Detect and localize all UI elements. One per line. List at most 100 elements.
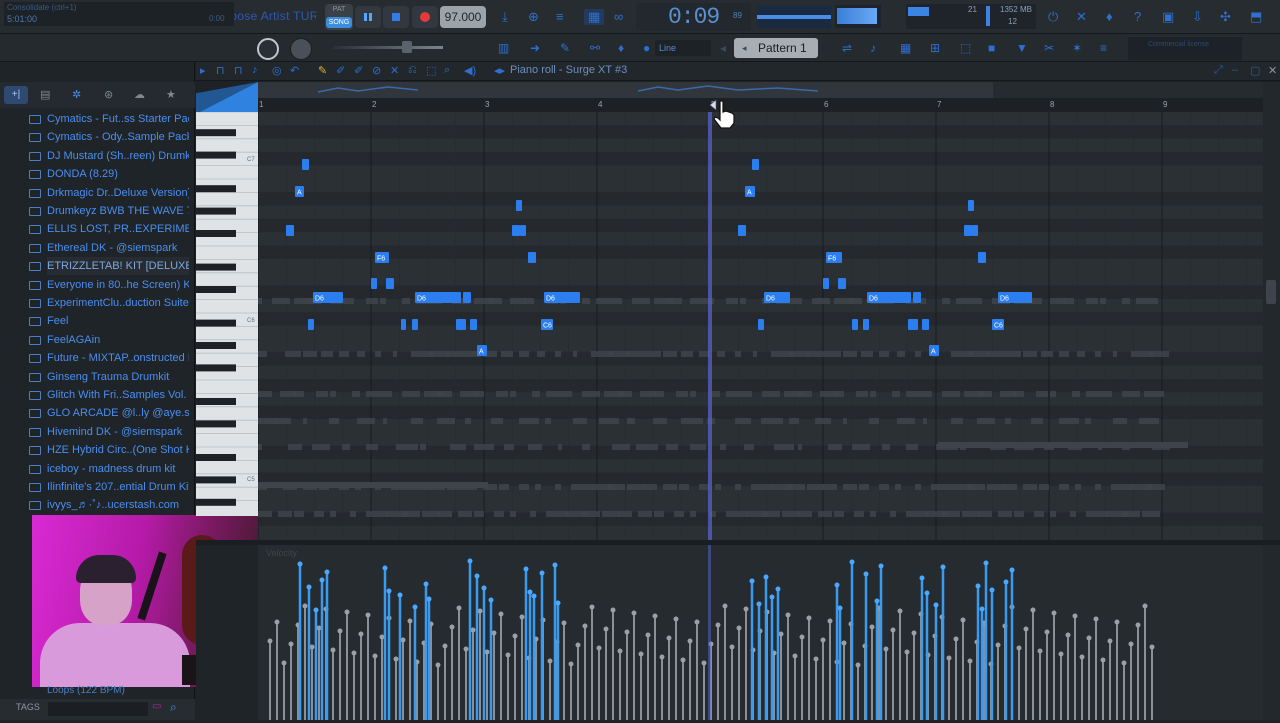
- velocity-scrollbar[interactable]: [1263, 545, 1280, 720]
- vertical-scrollbar[interactable]: [1263, 82, 1280, 540]
- browser-item[interactable]: Ilinfinite's 207..ential Drum Kit: [47, 478, 189, 496]
- browser-item[interactable]: Future - MIXTAP..onstructed Kit: [47, 349, 189, 367]
- pencil-icon[interactable]: ♪: [252, 64, 258, 76]
- plugin-icon[interactable]: ⬒: [1250, 9, 1262, 25]
- draw-icon[interactable]: ✎: [560, 41, 570, 55]
- time-display[interactable]: 0:09 89: [636, 3, 751, 31]
- wait-icon[interactable]: ⊕: [528, 9, 539, 25]
- browser-item-loops[interactable]: Loops (122 BPM): [47, 684, 187, 698]
- pattern-left-icon[interactable]: ◂: [720, 41, 726, 55]
- browser-item[interactable]: Ginseng Trauma Drumkit: [47, 368, 189, 386]
- help-icon[interactable]: ?: [1134, 9, 1141, 24]
- draw-tool-icon[interactable]: ✎: [318, 64, 327, 77]
- slice-icon[interactable]: ⎌: [408, 64, 417, 77]
- tempo-display[interactable]: 97.000: [440, 6, 486, 28]
- browser-item[interactable]: HZE Hybrid Circ..(One Shot Kit): [47, 441, 189, 459]
- wrench-icon[interactable]: ✂: [1044, 41, 1054, 55]
- browser-item[interactable]: DONDA (8.29): [47, 165, 189, 183]
- tags-search-input[interactable]: [48, 702, 148, 716]
- browser-item[interactable]: ivyys_♬·˚♪..ucerstash.com: [47, 496, 189, 514]
- playback-icon[interactable]: ◀): [464, 64, 476, 77]
- paint-icon[interactable]: ✐: [336, 64, 345, 77]
- note-grid[interactable]: A F6 D6 D6 D6 C6 A A F6 D6 D6 D6 C6 A: [258, 112, 1263, 540]
- browser-plugin-icon[interactable]: ✲: [72, 88, 81, 101]
- browser-disc-icon[interactable]: ⊛: [104, 88, 113, 101]
- scrollbar-thumb[interactable]: [1266, 280, 1276, 304]
- select-box-icon[interactable]: ⬚: [426, 64, 436, 77]
- playlist-arrow-icon[interactable]: ➜: [530, 41, 540, 55]
- browser-item[interactable]: Hivemind DK - @siemspark: [47, 423, 189, 441]
- view-icon[interactable]: ▣: [1162, 9, 1174, 25]
- blend-icon[interactable]: ∞: [614, 9, 623, 24]
- snap-icon[interactable]: ●: [643, 41, 650, 55]
- tuner-icon[interactable]: ▼: [1016, 41, 1028, 55]
- snap-mode-select[interactable]: Line: [655, 40, 711, 56]
- piano-roll-menu-icon[interactable]: ▸: [200, 64, 206, 77]
- master-slider-handle[interactable]: [402, 41, 412, 53]
- timeline-ruler[interactable]: [258, 98, 1263, 112]
- file-icon[interactable]: ■: [988, 41, 995, 55]
- master-volume-knob[interactable]: [257, 38, 279, 60]
- channel-rack-icon[interactable]: ⇌: [842, 41, 852, 55]
- browser-item[interactable]: Drumkeyz BWB THE WAVE 7: [47, 202, 189, 220]
- tags-folder-icon[interactable]: ▭: [152, 701, 161, 712]
- browser-cloud-icon[interactable]: ☁: [134, 88, 145, 101]
- countdown-icon[interactable]: ≡: [556, 9, 564, 24]
- velocity-lane[interactable]: [258, 545, 1263, 720]
- pat-song-toggle[interactable]: PAT SONG: [325, 4, 353, 30]
- cpu-icon[interactable]: ⏻: [1048, 9, 1058, 25]
- browser-item[interactable]: Cymatics - Ody..Sample Pack: [47, 128, 189, 146]
- browser-item[interactable]: Ethereal DK - @siemspark: [47, 239, 189, 257]
- overview-window[interactable]: [258, 82, 993, 98]
- piano-roll-icon[interactable]: ♪: [870, 41, 876, 55]
- select-icon[interactable]: ◎: [272, 64, 282, 77]
- browser-star-icon[interactable]: ★: [166, 88, 176, 101]
- download-icon[interactable]: ⇩: [1192, 9, 1203, 25]
- tag-icon[interactable]: ✶: [1072, 41, 1082, 55]
- search-icon[interactable]: ⌕: [170, 700, 177, 715]
- mute-icon[interactable]: ✕: [390, 64, 399, 77]
- browser-item[interactable]: Drkmagic Dr..Deluxe Version): [47, 184, 189, 202]
- browser-item[interactable]: Everyone in 80..he Screen) Kit: [47, 276, 189, 294]
- master-slider-track[interactable]: [333, 46, 443, 49]
- browser-item[interactable]: FeelAGAin: [47, 331, 189, 349]
- stop-button[interactable]: [383, 6, 409, 28]
- browser-item[interactable]: Feel: [47, 312, 189, 330]
- magnet-icon[interactable]: ⊓: [216, 64, 225, 77]
- browser-item[interactable]: ELLIS LOST, PR..EXPERIMENTS: [47, 220, 189, 238]
- mic-icon[interactable]: ♦: [1106, 9, 1113, 24]
- piano-roll-arrow-icon[interactable]: ◂▸: [494, 64, 505, 77]
- piano-keyboard[interactable]: C7 C6 C5: [196, 111, 258, 516]
- browser-item[interactable]: ExperimentClu..duction Suite: [47, 294, 189, 312]
- pause-button[interactable]: [355, 6, 381, 28]
- record-button[interactable]: [412, 6, 438, 28]
- browser-item[interactable]: Glitch With Fri..Samples Vol. 2: [47, 386, 189, 404]
- connect-icon[interactable]: ✣: [1220, 9, 1231, 25]
- snap-magnet-icon[interactable]: ♦: [618, 41, 624, 55]
- master-pitch-knob[interactable]: [290, 38, 312, 60]
- metronome-icon[interactable]: ⤓: [502, 9, 508, 25]
- detach-icon[interactable]: ⤢: [1214, 64, 1223, 77]
- browser-item[interactable]: iceboy - madness drum kit: [47, 460, 189, 478]
- close-pr-icon[interactable]: ✕: [1268, 64, 1277, 77]
- tempo-tap-icon[interactable]: ✕: [1076, 9, 1087, 25]
- grid-icon[interactable]: ▦: [900, 41, 911, 55]
- pattern-selector[interactable]: ◂ Pattern 1: [734, 38, 818, 58]
- plugin-db-icon[interactable]: ⬚: [960, 41, 971, 55]
- brush-icon[interactable]: ✐: [354, 64, 363, 77]
- undo-icon[interactable]: ↶: [290, 64, 299, 77]
- delete-icon[interactable]: ⊘: [372, 64, 381, 77]
- browser-file-icon[interactable]: ▤: [40, 88, 50, 101]
- browser-item[interactable]: Cymatics - Fut..ss Starter Pack: [47, 110, 189, 128]
- list-icon[interactable]: ≡: [1100, 41, 1107, 55]
- browser-item[interactable]: GLO ARCADE @l..ly @aye.shark: [47, 404, 189, 422]
- stamp-icon[interactable]: ⊓: [234, 64, 243, 77]
- minimize-pr-icon[interactable]: –: [1232, 64, 1238, 76]
- browser-add-button[interactable]: +|: [4, 86, 28, 104]
- loop-record-icon[interactable]: ▦: [584, 9, 605, 25]
- link-icon[interactable]: ⚯: [590, 41, 600, 55]
- zoom-icon[interactable]: ⌕: [444, 64, 450, 77]
- browser-item[interactable]: DJ Mustard (Sh..reen) Drumkit: [47, 147, 189, 165]
- mixer-icon[interactable]: ▥: [498, 41, 509, 55]
- maximize-pr-icon[interactable]: ▢: [1250, 64, 1260, 77]
